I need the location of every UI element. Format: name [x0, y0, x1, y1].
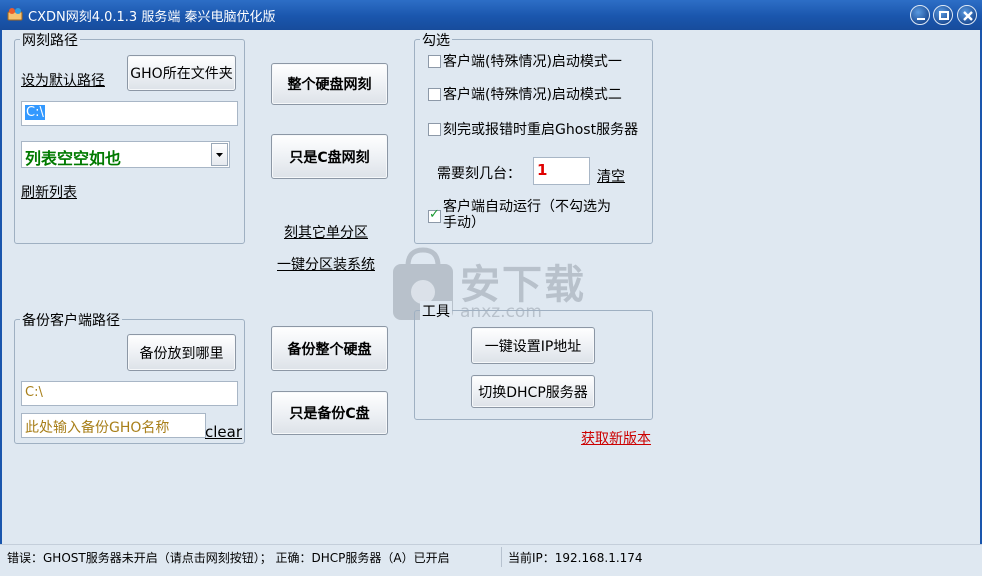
clear-count-link[interactable]: 清空 [597, 166, 625, 186]
refresh-list-link[interactable]: 刷新列表 [21, 182, 77, 202]
close-button[interactable] [957, 5, 977, 25]
backup-whole-disk-button[interactable]: 备份整个硬盘 [271, 326, 388, 371]
gho-folder-button[interactable]: GHO所在文件夹 [127, 55, 236, 91]
client-auto-run-label-line2: 手动） [443, 215, 485, 231]
client-count-value: 1 [537, 161, 548, 179]
checkbox-box-checked[interactable] [428, 207, 441, 223]
minimize-button[interactable] [910, 5, 930, 25]
client-count-field[interactable]: 1 [533, 157, 590, 185]
image-list-value: 列表空空如也 [25, 149, 122, 168]
one-key-partition-install-link[interactable]: 一键分区装系统 [277, 254, 375, 274]
status-bar: 错误：GHOST服务器未开启（请点击网刻按钮）； 正确：DHCP服务器（A）已开… [0, 544, 982, 576]
whole-disk-clone-button[interactable]: 整个硬盘网刻 [271, 63, 388, 105]
set-ip-button[interactable]: 一键设置IP地址 [471, 327, 595, 364]
startup-mode-two-checkbox[interactable]: 客户端(特殊情况)启动模式二 [428, 84, 622, 104]
backup-path-field[interactable]: C:\ [21, 381, 238, 406]
tools-legend: 工具 [420, 301, 452, 321]
get-new-version-link[interactable]: 获取新版本 [581, 428, 651, 448]
image-list-dropdown[interactable]: 列表空空如也 [21, 141, 230, 168]
maximize-icon [939, 11, 949, 20]
client-auto-run-label: 客户端自动运行（不勾选为 手动） [443, 199, 611, 231]
backup-path-legend: 备份客户端路径 [20, 310, 122, 330]
maximize-button[interactable] [933, 5, 953, 25]
client-auto-run-checkbox[interactable]: 客户端自动运行（不勾选为 手动） [428, 199, 611, 231]
chevron-down-icon [216, 153, 223, 157]
set-default-path-link[interactable]: 设为默认路径 [21, 70, 105, 90]
clone-single-partition-link[interactable]: 刻其它单分区 [284, 222, 368, 242]
startup-mode-two-label: 客户端(特殊情况)启动模式二 [443, 87, 622, 103]
backup-name-field[interactable]: 此处输入备份GHO名称 [21, 413, 206, 438]
status-divider [501, 547, 502, 567]
client-auto-run-label-line1: 客户端自动运行（不勾选为 [443, 199, 611, 215]
netclone-path-legend: 网刻路径 [20, 30, 80, 50]
clear-backup-name-link[interactable]: clear [205, 423, 242, 441]
app-icon [7, 8, 23, 21]
restart-ghost-server-checkbox[interactable]: 刻完或报错时重启Ghost服务器 [428, 119, 638, 139]
c-drive-clone-button[interactable]: 只是C盘网刻 [271, 134, 388, 179]
backup-location-button[interactable]: 备份放到哪里 [127, 334, 236, 371]
options-legend: 勾选 [420, 30, 452, 50]
client-count-label: 需要刻几台： [437, 166, 521, 182]
netclone-path-field[interactable]: C:\ [21, 101, 238, 126]
backup-c-drive-button[interactable]: 只是备份C盘 [271, 391, 388, 435]
close-icon [963, 11, 973, 21]
netclone-path-value: C:\ [25, 105, 45, 120]
window-title: CXDN网刻4.0.1.3 服务端 秦兴电脑优化版 [28, 10, 276, 25]
backup-path-value: C:\ [25, 385, 43, 400]
current-ip: 当前IP：192.168.1.174 [508, 551, 643, 565]
backup-name-placeholder: 此处输入备份GHO名称 [25, 420, 170, 436]
checkbox-box[interactable] [428, 87, 441, 101]
dropdown-arrow-button[interactable] [211, 143, 228, 166]
switch-dhcp-button[interactable]: 切换DHCP服务器 [471, 375, 595, 408]
startup-mode-one-checkbox[interactable]: 客户端(特殊情况)启动模式一 [428, 51, 622, 71]
minimize-icon [917, 18, 925, 20]
checkbox-box[interactable] [428, 54, 441, 68]
restart-ghost-server-label: 刻完或报错时重启Ghost服务器 [443, 122, 639, 138]
status-message: 错误：GHOST服务器未开启（请点击网刻按钮）； 正确：DHCP服务器（A）已开… [7, 551, 450, 565]
title-bar[interactable]: CXDN网刻4.0.1.3 服务端 秦兴电脑优化版 [0, 0, 982, 30]
startup-mode-one-label: 客户端(特殊情况)启动模式一 [443, 54, 622, 70]
checkbox-box[interactable] [428, 122, 441, 136]
